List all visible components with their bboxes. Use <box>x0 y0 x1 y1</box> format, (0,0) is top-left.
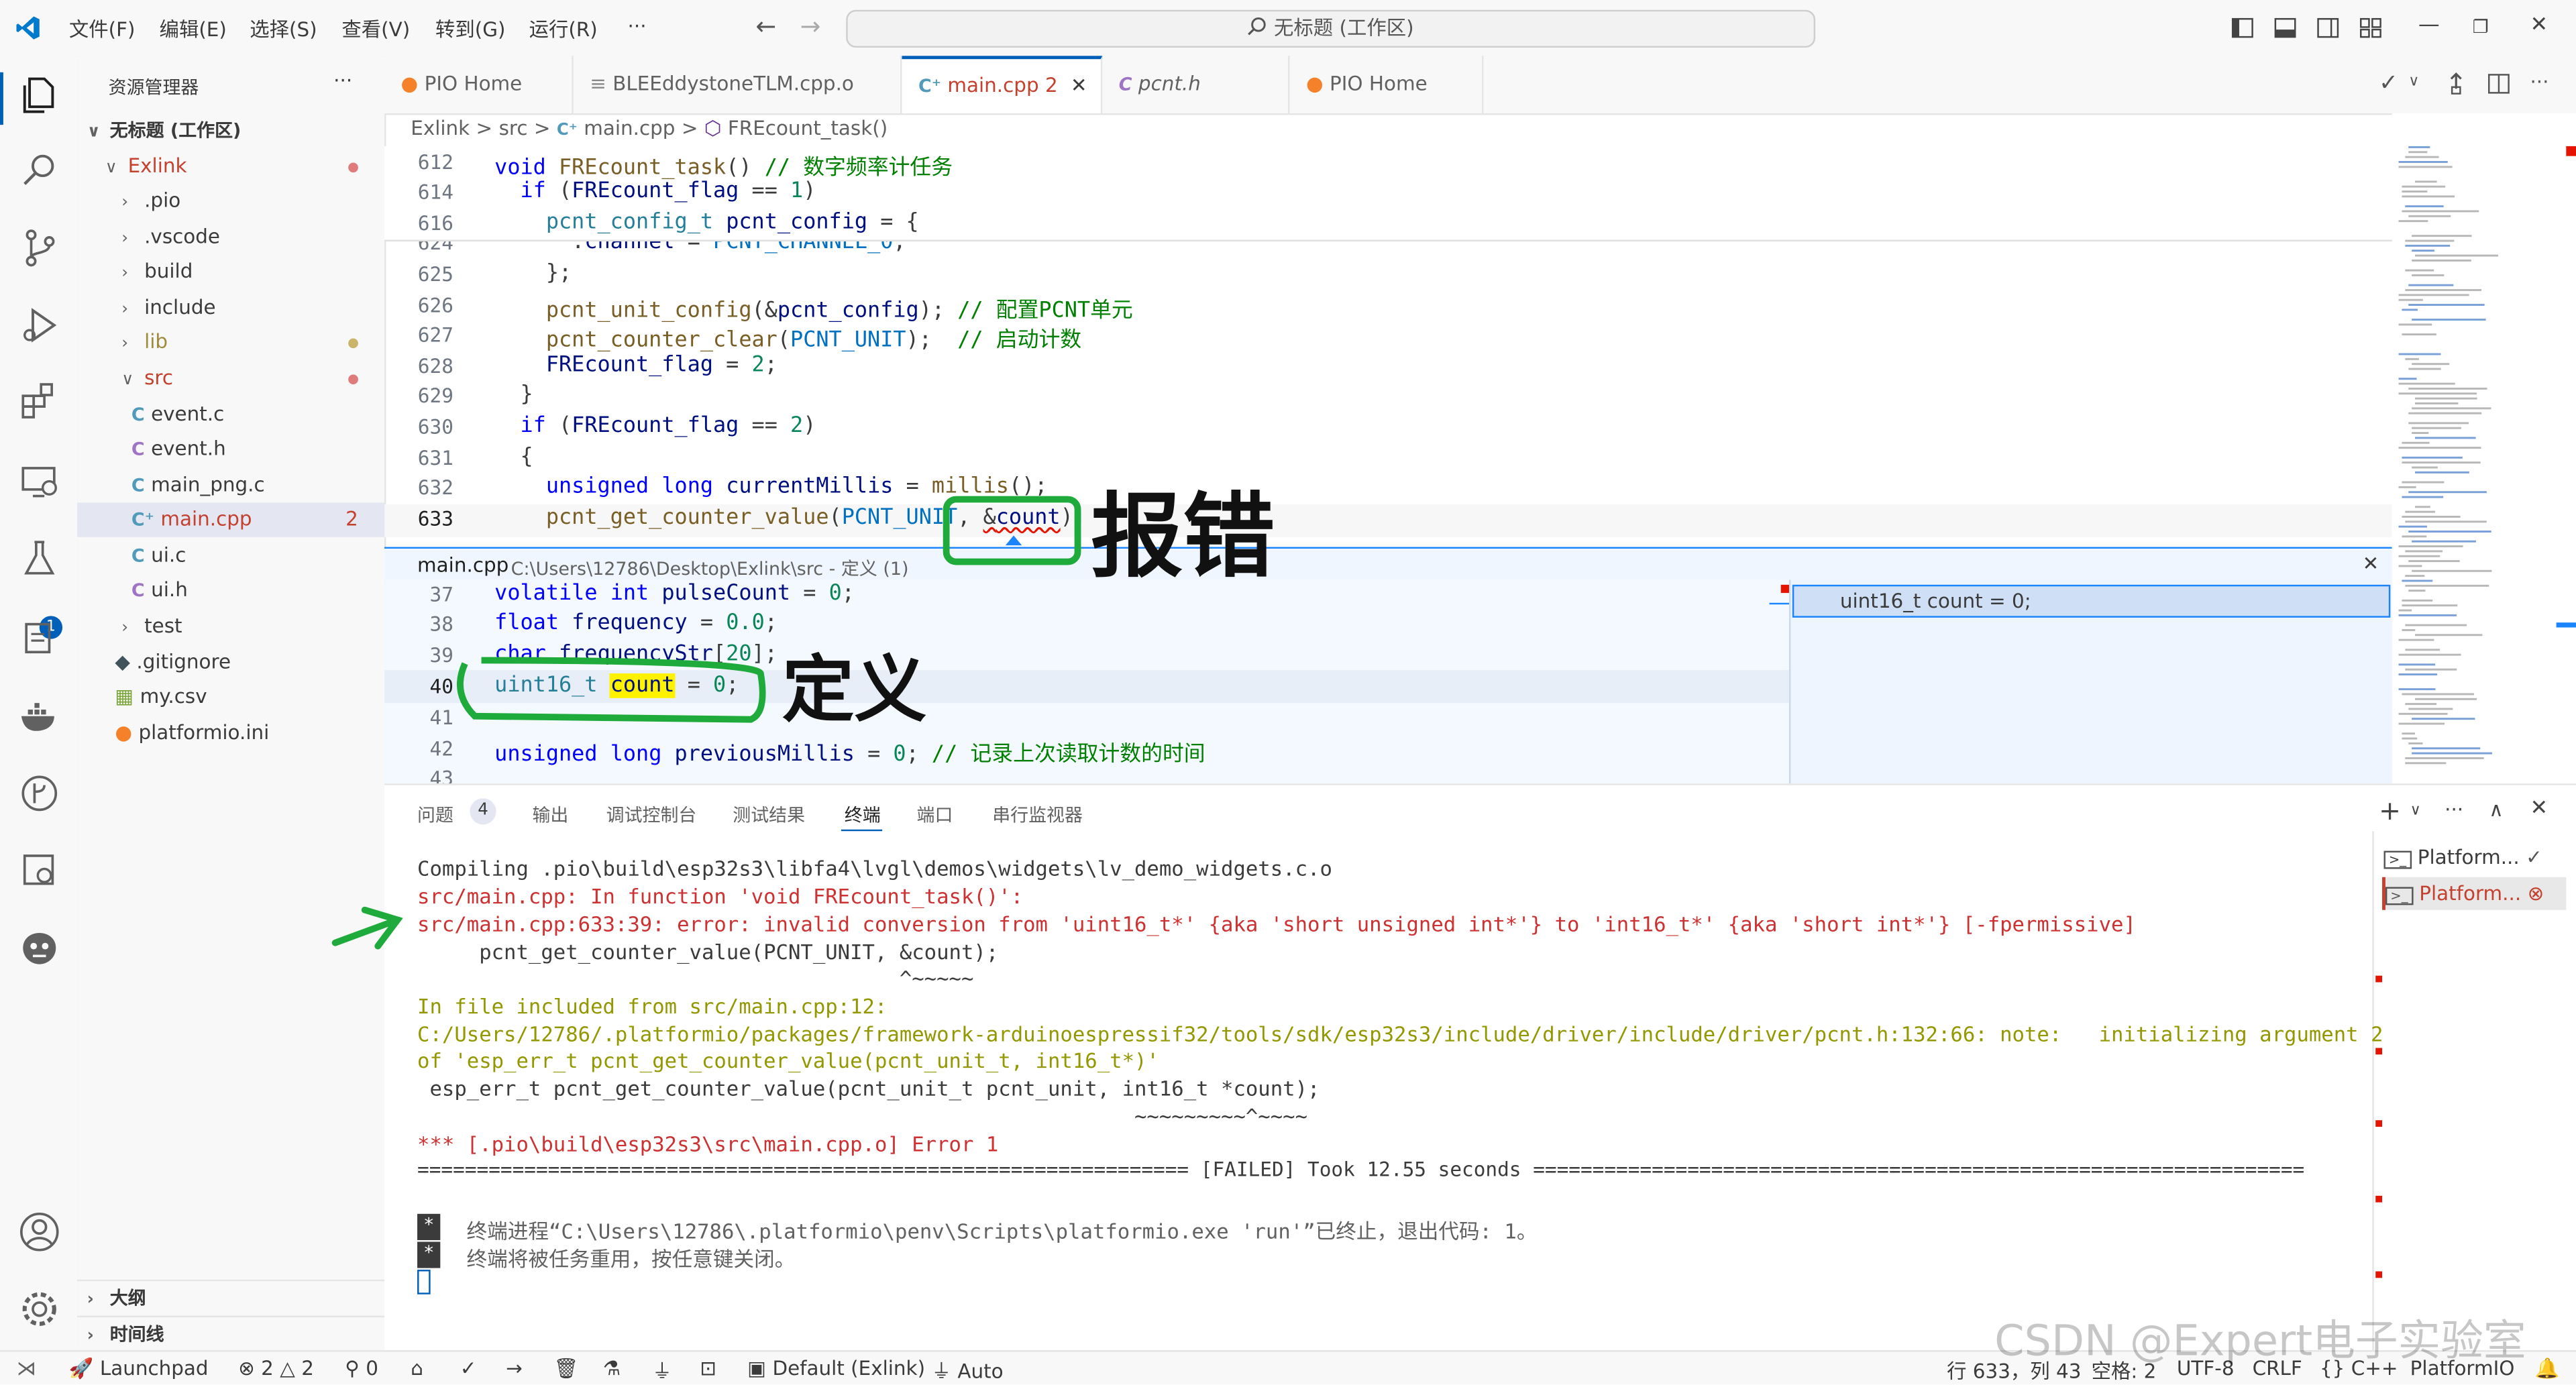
pio-test-flask-icon[interactable]: ⚗ <box>603 1357 621 1380</box>
definition-highlight-box <box>457 657 766 723</box>
launchpad-label: Launchpad <box>99 1356 209 1380</box>
line-number: 614 <box>417 180 453 204</box>
vscode-window: 文件(F) 编辑(E) 选择(S) 查看(V) 转到(G) 运行(R) ··· … <box>0 0 2576 1385</box>
green-arrow-icon <box>331 906 403 950</box>
port-selector[interactable]: ⏚ Auto <box>932 1357 1004 1385</box>
antenna-icon: ⚲ <box>345 1356 360 1380</box>
error-count: 2 <box>261 1356 274 1380</box>
problems-status[interactable]: ⊗ 2 △ 2 <box>238 1357 314 1380</box>
pio-upload-arrow-icon[interactable]: → <box>506 1357 523 1380</box>
port-label: Auto <box>957 1360 1004 1384</box>
notifications-bell-icon[interactable]: 🔔 <box>2535 1357 2560 1380</box>
annotation-definition-label: 定义 <box>782 649 927 733</box>
remote-indicator-icon[interactable]: ⋊ <box>16 1357 36 1380</box>
ports-count: 0 <box>366 1356 378 1380</box>
pio-terminal-icon[interactable]: ⊡ <box>700 1357 716 1380</box>
pio-monitor-plug-icon[interactable]: ⏚ <box>652 1357 672 1385</box>
sticky-scroll: 612 void FREcount_task() // 数字频率计任务 614 … <box>384 146 2392 242</box>
error-circle-icon: ⊗ <box>238 1356 255 1380</box>
pio-build-check-icon[interactable]: ✓ <box>460 1357 477 1380</box>
warning-count: 2 <box>301 1356 314 1380</box>
code-line[interactable]: pcnt_config_t pcnt_config = { <box>494 210 919 235</box>
error-highlight-box <box>943 496 1081 565</box>
env-selector[interactable]: ▣ Default (Exlink) <box>747 1357 925 1380</box>
pio-home-icon[interactable]: ⌂ <box>411 1357 423 1380</box>
warning-icon: △ <box>280 1356 295 1380</box>
ports-status[interactable]: ⚲ 0 <box>345 1357 378 1380</box>
pio-clean-trash-icon[interactable]: 🗑 <box>553 1357 578 1380</box>
code-line[interactable]: void FREcount_task() // 数字频率计任务 <box>494 150 953 181</box>
annotation-error-label: 报错 <box>1091 484 1275 592</box>
code-line[interactable]: if (FREcount_flag == 1) <box>494 179 816 204</box>
watermark: CSDN @Expert电子实验室 <box>1994 1317 2526 1367</box>
line-number: 616 <box>417 211 453 235</box>
plug-icon: ⏚ <box>931 1360 952 1384</box>
folder-icon: ▣ <box>747 1356 767 1380</box>
rocket-icon: 🚀 <box>68 1356 94 1380</box>
line-number: 612 <box>417 151 453 174</box>
env-label: Default (Exlink) <box>772 1356 926 1380</box>
launchpad-status[interactable]: 🚀 Launchpad <box>69 1357 209 1380</box>
